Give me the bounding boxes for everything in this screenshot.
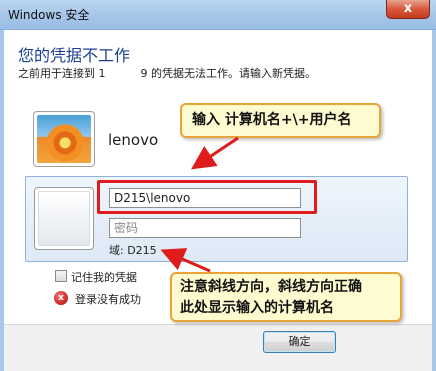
user-tile-name: lenovo <box>108 131 159 149</box>
annotation-callout-top: 输入 计算机名+\+用户名 <box>180 103 381 138</box>
button-bar <box>4 324 432 371</box>
dialog-heading: 您的凭据不工作 <box>18 46 131 65</box>
flower-avatar-icon <box>37 115 91 163</box>
remember-credentials-label[interactable]: 记住我的凭据 <box>71 269 137 285</box>
close-icon: x <box>403 1 413 16</box>
error-x-icon: x <box>54 291 68 305</box>
dialog-subtext: 之前用于连接到 1 9 的凭据无法工作。请输入新凭据。 <box>18 67 316 80</box>
annotation-text-bottom-line2: 此处显示输入的计算机名 <box>180 300 334 316</box>
login-failed-message: 登录没有成功 <box>75 293 141 306</box>
user-tile-lenovo[interactable] <box>33 111 95 167</box>
title-bar: Windows 安全 x <box>0 0 436 30</box>
username-highlight-box <box>97 180 317 214</box>
annotation-text-top: 输入 计算机名+\+用户名 <box>192 112 352 128</box>
window-title: Windows 安全 <box>8 8 90 22</box>
password-input[interactable]: 密码 <box>109 218 301 238</box>
domain-label: 域: D215 <box>109 244 157 257</box>
annotation-callout-bottom: 注意斜线方向，斜线方向正确 此处显示输入的计算机名 <box>170 272 402 322</box>
ok-button[interactable]: 确定 <box>263 331 336 353</box>
credential-avatar <box>34 187 94 250</box>
close-button[interactable]: x <box>386 0 430 19</box>
annotation-text-bottom-line1: 注意斜线方向，斜线方向正确 <box>180 279 362 295</box>
remember-credentials-checkbox[interactable] <box>55 270 67 282</box>
blank-avatar-icon <box>38 191 90 246</box>
